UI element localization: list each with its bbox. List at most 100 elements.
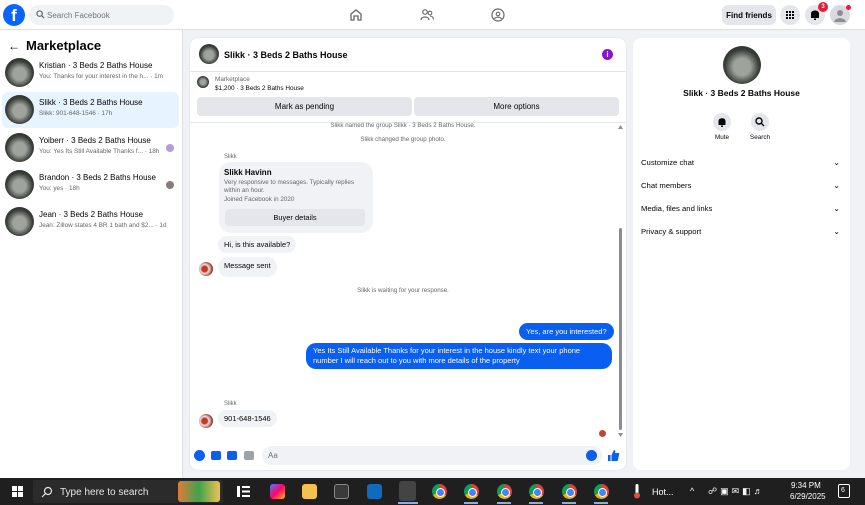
info-icon[interactable]: i <box>602 49 613 60</box>
conversation-snippet: You: Thanks for your interest in the h..… <box>39 73 163 80</box>
privacy-support-row[interactable]: Privacy & support ⌄ <box>641 227 843 243</box>
bell-icon <box>718 118 726 127</box>
active-app-indicator <box>398 502 418 504</box>
clock-date[interactable]: 6/29/2025 <box>790 492 826 501</box>
running-app-indicator <box>562 502 576 504</box>
running-app-indicator <box>529 502 543 504</box>
outlook-icon[interactable] <box>367 484 382 499</box>
marketplace-inbox-sidebar: ← Marketplace Kristian · 3 Beds 2 Baths H… <box>0 30 183 478</box>
microsoft-store-icon[interactable] <box>334 484 349 499</box>
read-receipt-avatar <box>166 144 174 152</box>
chevron-down-icon: ⌄ <box>833 181 840 190</box>
sender-avatar <box>199 262 213 276</box>
weather-text[interactable]: Hot... <box>652 487 674 497</box>
message-input[interactable] <box>262 446 602 465</box>
seen-indicator <box>599 430 606 437</box>
windows-start-icon[interactable] <box>12 486 23 497</box>
chat-listing-thumbnail[interactable] <box>199 44 219 64</box>
clock-time[interactable]: 9:34 PM <box>791 481 821 490</box>
facebook-search-box[interactable] <box>29 5 174 25</box>
listing-thumbnail <box>5 207 34 236</box>
search-conversation-button[interactable] <box>751 113 769 131</box>
find-friends-button[interactable]: Find friends <box>722 5 776 25</box>
emoji-icon[interactable] <box>586 450 597 461</box>
chrome-icon[interactable] <box>497 484 512 499</box>
running-app-indicator <box>497 502 511 504</box>
chevron-down-icon: ⌄ <box>833 204 840 213</box>
sidebar-title: Marketplace <box>26 38 102 53</box>
chrome-icon[interactable] <box>594 484 609 499</box>
home-icon[interactable] <box>348 7 364 23</box>
conversation-item[interactable]: Brandon · 3 Beds 2 Baths House You: yes … <box>2 167 179 203</box>
buyer-name: Slikk Havinn <box>224 168 272 177</box>
conversation-snippet: You: Yes Its Still Available Thanks f...… <box>39 148 160 155</box>
plus-icon[interactable] <box>194 450 205 461</box>
taskbar-search-placeholder: Type here to search <box>60 487 149 498</box>
sticker-icon[interactable] <box>227 451 237 460</box>
copilot-icon[interactable] <box>270 484 285 499</box>
mark-as-pending-button[interactable]: Mark as pending <box>197 97 412 116</box>
chevron-up-icon[interactable]: ^ <box>690 486 694 496</box>
account-alert-dot <box>846 5 851 10</box>
menu-grid-button[interactable] <box>780 5 800 25</box>
mute-label: Mute <box>715 134 729 141</box>
search-icon <box>41 486 53 498</box>
notification-center-icon[interactable]: 6 <box>838 484 850 498</box>
conversation-item[interactable]: Jean · 3 Beds 2 Baths House Jean: Zillow… <box>2 204 179 240</box>
message-composer <box>190 444 626 470</box>
chrome-icon[interactable] <box>562 484 577 499</box>
system-message: Slikk named the group Slikk · 3 Beds 2 B… <box>330 122 476 129</box>
outgoing-message: Yes, are you interested? <box>519 323 614 340</box>
mute-button[interactable] <box>713 113 731 131</box>
scroll-up-arrow-icon[interactable] <box>618 124 623 130</box>
conversation-item-active[interactable]: Slikk · 3 Beds 2 Baths House Slikk: 901-… <box>2 92 179 128</box>
conversation-name: Brandon · 3 Beds 2 Baths House <box>39 173 156 182</box>
chat-scrollbar-thumb[interactable] <box>619 228 622 430</box>
chrome-icon[interactable] <box>432 484 447 499</box>
sender-label: Slikk <box>224 401 237 407</box>
chat-members-row[interactable]: Chat members ⌄ <box>641 181 843 197</box>
more-options-button[interactable]: More options <box>414 97 619 116</box>
buyer-details-button[interactable]: Buyer details <box>225 209 365 226</box>
friends-icon[interactable] <box>419 7 435 23</box>
photo-icon[interactable] <box>211 451 221 460</box>
listing-photo[interactable] <box>723 46 761 84</box>
taskbar-search-box[interactable]: Type here to search <box>33 480 223 503</box>
listing-thumbnail <box>5 170 34 199</box>
running-app-indicator <box>594 502 608 504</box>
incoming-message: Message sent <box>218 257 277 277</box>
thumbs-up-icon[interactable] <box>607 449 620 462</box>
notification-center-count: 6 <box>841 487 845 494</box>
conversation-snippet: Jean: Zillow states 4 BR 1 bath and $2..… <box>39 222 167 229</box>
chat-title[interactable]: Slikk · 3 Beds 2 Baths House <box>224 50 348 60</box>
search-highlight-image <box>178 481 220 502</box>
chrome-icon[interactable] <box>529 484 544 499</box>
row-label: Media, files and links <box>641 204 713 213</box>
chat-header: Slikk · 3 Beds 2 Baths House i <box>190 38 626 72</box>
search-input[interactable] <box>47 8 167 22</box>
conversation-name: Yoiberr · 3 Beds 2 Baths House <box>39 136 151 145</box>
customize-chat-row[interactable]: Customize chat ⌄ <box>641 158 843 174</box>
file-explorer-icon[interactable] <box>302 484 317 499</box>
conversation-item[interactable]: Kristian · 3 Beds 2 Baths House You: Tha… <box>2 55 179 91</box>
row-label: Customize chat <box>641 158 694 167</box>
back-arrow-icon[interactable]: ← <box>8 39 20 53</box>
grid-menu-icon <box>786 11 794 19</box>
buyer-profile-card: Slikk Havinn Very responsive to messages… <box>219 162 373 233</box>
media-files-links-row[interactable]: Media, files and links ⌄ <box>641 204 843 220</box>
task-view-icon[interactable] <box>236 484 251 499</box>
gif-icon[interactable] <box>244 451 254 460</box>
scroll-down-arrow-icon[interactable] <box>618 432 623 438</box>
read-receipt-avatar <box>166 181 174 189</box>
pinned-app-icon[interactable] <box>399 481 416 501</box>
search-label: Search <box>750 134 770 141</box>
search-icon <box>36 10 45 19</box>
chrome-icon[interactable] <box>464 484 479 499</box>
facebook-logo-icon[interactable]: f <box>3 4 25 26</box>
row-label: Chat members <box>641 181 692 190</box>
system-tray-icons[interactable]: ☍▣✉◧♬ <box>708 486 766 497</box>
conversation-item[interactable]: Yoiberr · 3 Beds 2 Baths House You: Yes … <box>2 130 179 166</box>
search-icon <box>755 117 765 127</box>
groups-icon[interactable] <box>490 7 506 23</box>
thermometer-icon[interactable] <box>633 484 641 499</box>
